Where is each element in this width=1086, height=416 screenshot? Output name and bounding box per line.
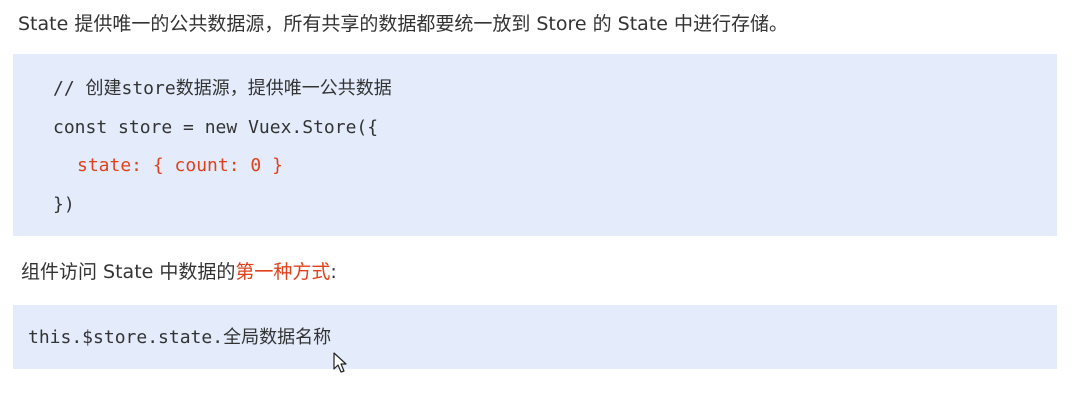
code-line-state: state: { count: 0 } <box>77 155 283 176</box>
intro-paragraph: State 提供唯一的公共数据源，所有共享的数据都要统一放到 Store 的 S… <box>18 13 789 35</box>
mouse-pointer-icon <box>333 352 347 373</box>
code-comment-line: // 创建store数据源，提供唯一公共数据 <box>53 78 392 99</box>
code-line-store-declaration: const store = new Vuex.Store({ <box>53 117 379 138</box>
access-method-prefix: 组件访问 State 中数据的 <box>21 261 236 283</box>
access-method-paragraph: 组件访问 State 中数据的第一种方式: <box>21 258 337 286</box>
access-method-highlight: 第一种方式 <box>235 261 331 283</box>
code-block-store-definition: // 创建store数据源，提供唯一公共数据 const store = new… <box>13 54 1057 236</box>
code-line-closing: }) <box>53 194 75 215</box>
access-method-suffix: : <box>330 261 337 283</box>
code-line-access: this.$store.state.全局数据名称 <box>28 327 332 348</box>
code-block-access: this.$store.state.全局数据名称 <box>13 305 1057 369</box>
